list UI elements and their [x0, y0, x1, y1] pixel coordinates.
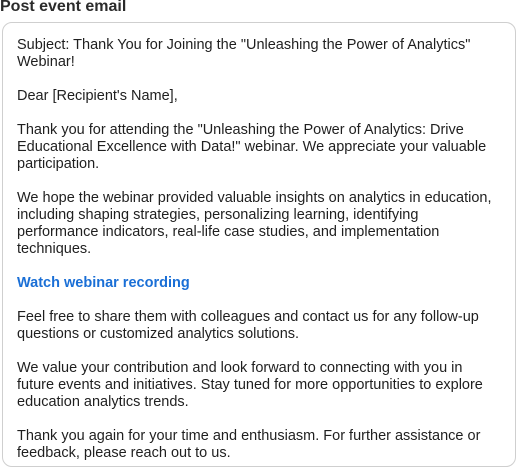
email-paragraph-intro: Thank you for attending the "Unleashing … [17, 122, 487, 172]
email-paragraph-thanks: Thank you again for your time and enthus… [17, 428, 481, 461]
email-preview: Subject: Thank You for Joining the "Unle… [2, 22, 516, 467]
email-greeting: Dear [Recipient's Name], [17, 88, 178, 104]
watch-recording-link[interactable]: Watch webinar recording [17, 275, 501, 292]
email-paragraph-value: We value your contribution and look forw… [17, 360, 483, 410]
email-paragraph-insights: We hope the webinar provided valuable in… [17, 190, 492, 257]
email-subject: Subject: Thank You for Joining the "Unle… [17, 37, 471, 70]
email-paragraph-share: Feel free to share them with colleagues … [17, 309, 479, 342]
section-title: Post event email [0, 0, 127, 15]
